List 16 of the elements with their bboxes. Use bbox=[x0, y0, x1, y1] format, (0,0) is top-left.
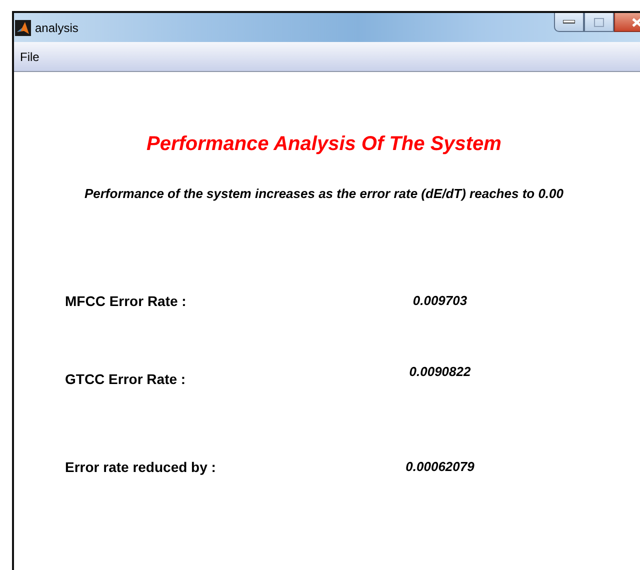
result-value: 0.009703 bbox=[412, 293, 468, 308]
result-value: 0.0090822 bbox=[408, 364, 472, 379]
maximize-icon bbox=[594, 18, 604, 26]
app-icon bbox=[15, 20, 31, 36]
result-label: Error rate reduced by : bbox=[65, 459, 217, 475]
page-heading: Performance Analysis Of The System bbox=[146, 133, 502, 156]
minimize-button[interactable] bbox=[554, 13, 584, 32]
result-label: MFCC Error Rate : bbox=[65, 293, 188, 309]
close-icon bbox=[631, 16, 640, 28]
maximize-button[interactable] bbox=[584, 13, 614, 32]
minimize-icon bbox=[563, 20, 575, 24]
description-text: Performance of the system increases as the error rate (dE/dT) reaches to 0.00 bbox=[83, 186, 565, 201]
result-value: 0.00062079 bbox=[404, 459, 476, 474]
window-title: analysis bbox=[35, 20, 78, 34]
result-label: GTCC Error Rate : bbox=[65, 371, 187, 387]
menu-item[interactable]: File bbox=[14, 50, 46, 64]
